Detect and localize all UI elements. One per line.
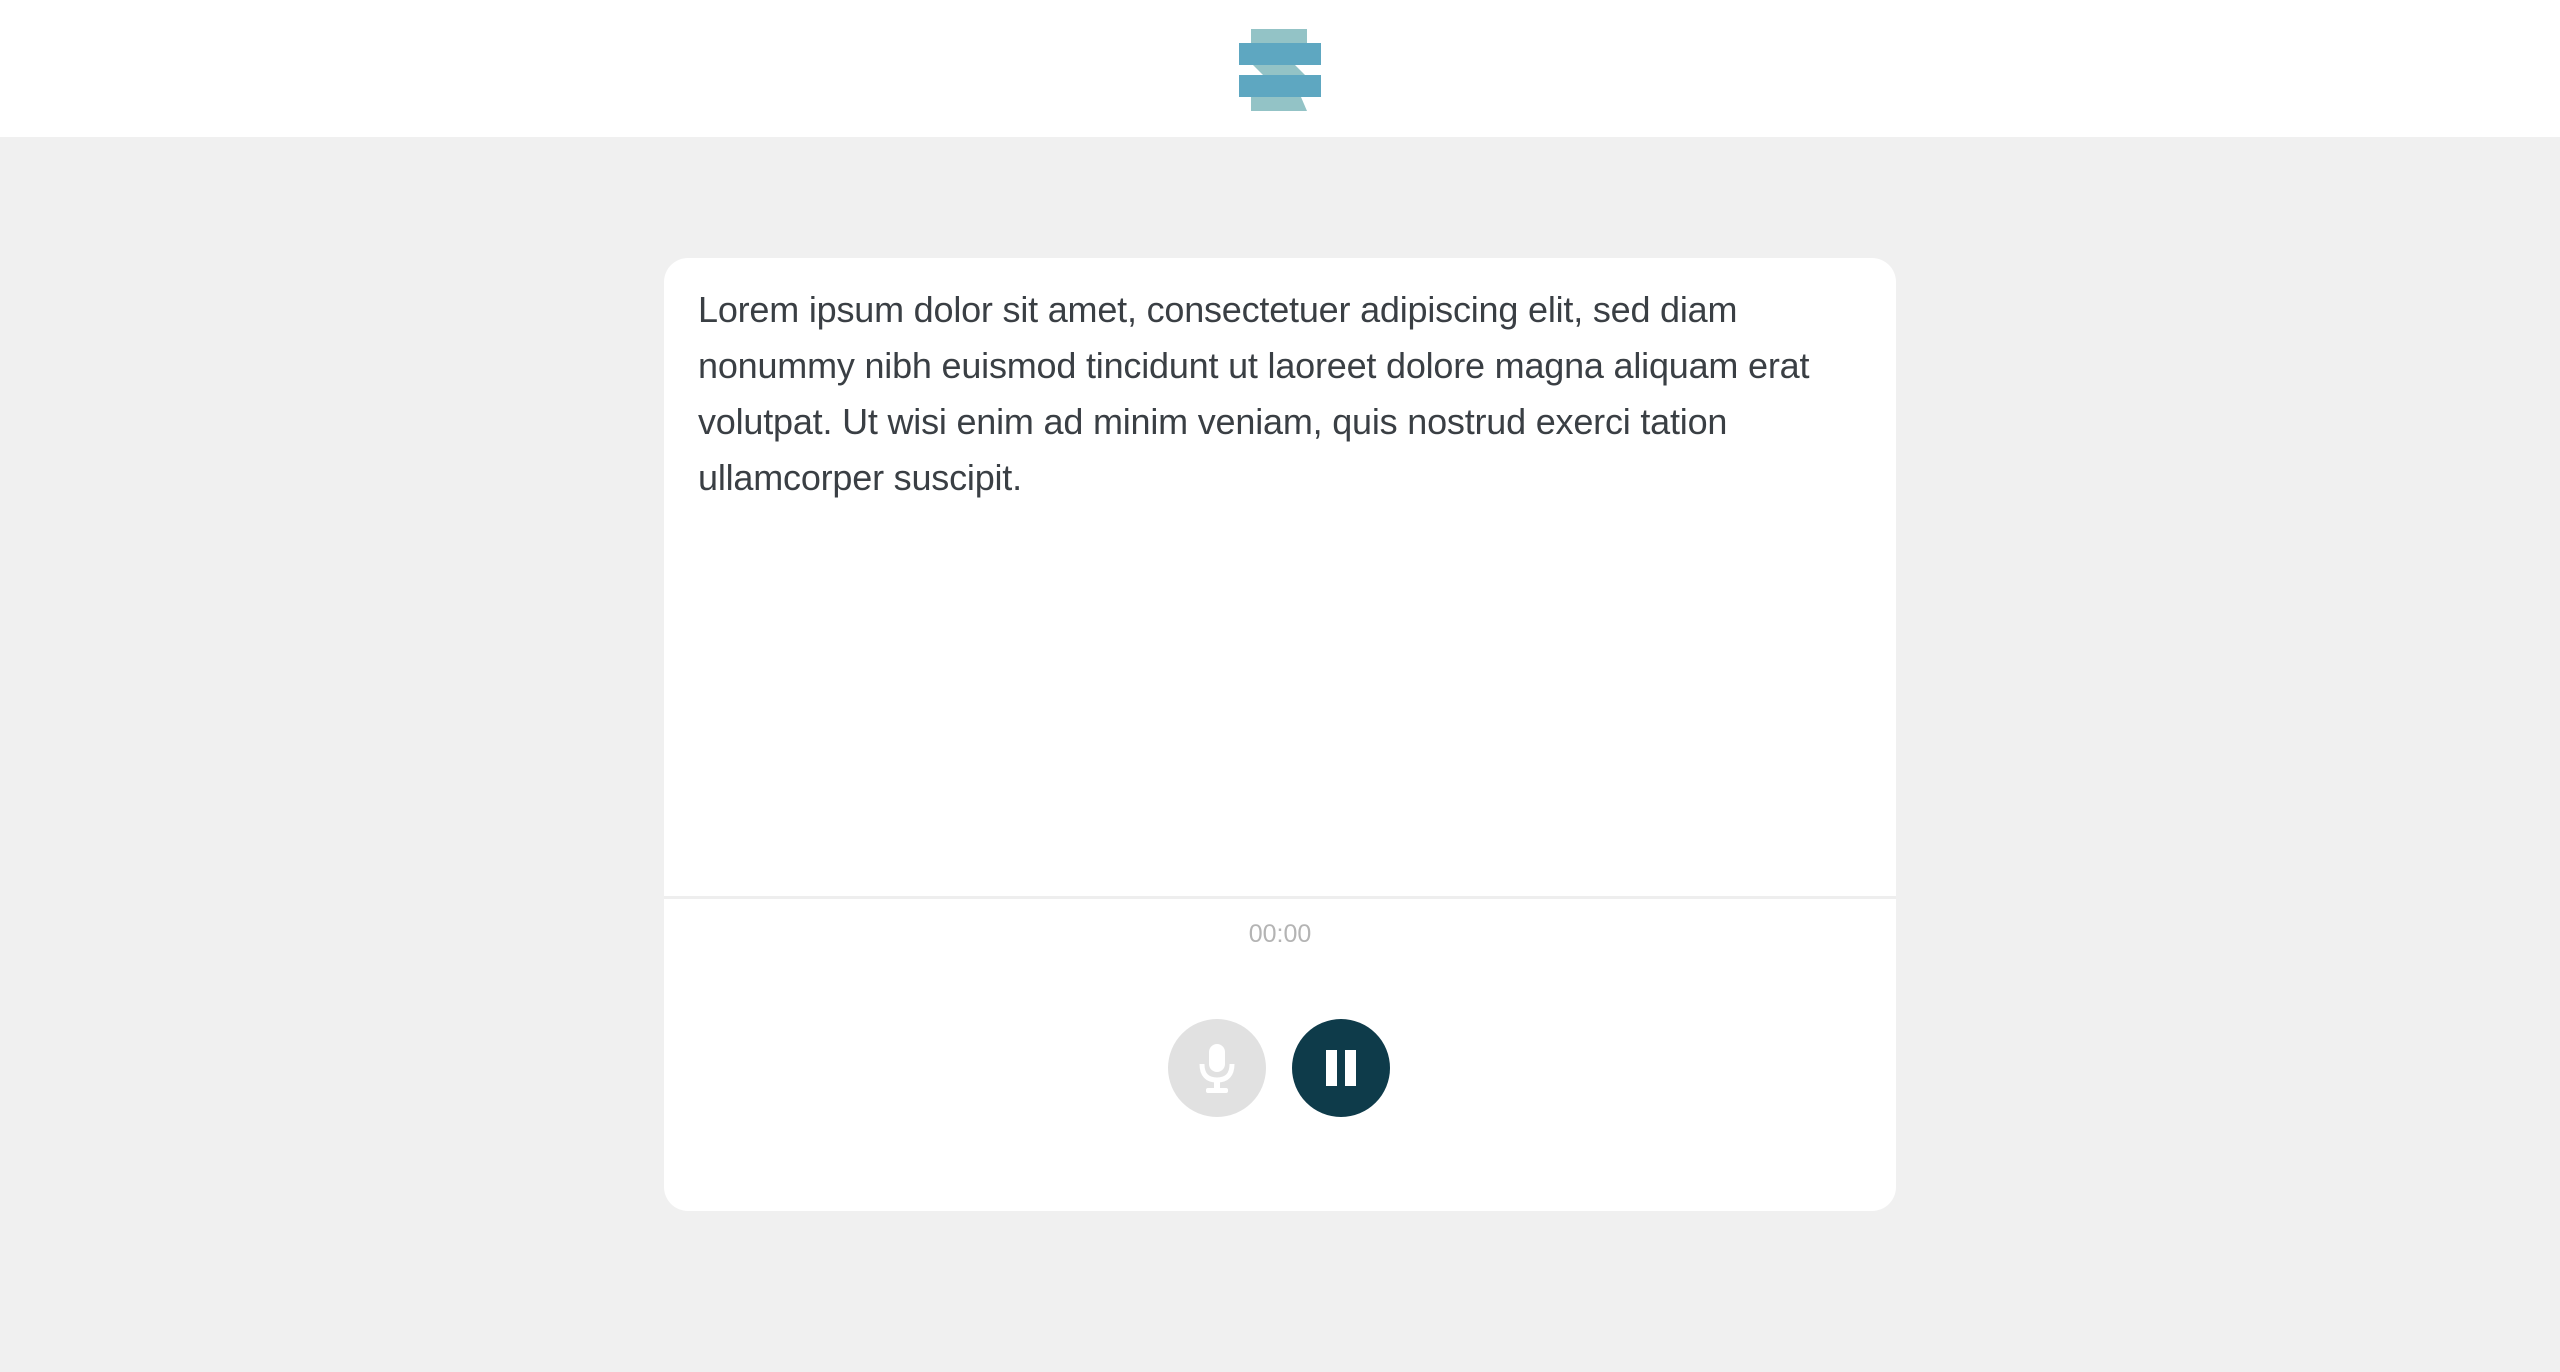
recording-timer: 00:00 [1248,920,1312,948]
microphone-button[interactable] [1168,1019,1266,1117]
pause-icon [1326,1050,1356,1086]
logo [1239,29,1321,111]
transcript-text[interactable]: Lorem ipsum dolor sit amet, consectetuer… [698,282,1868,506]
top-bar [0,0,2560,137]
pause-button[interactable] [1292,1019,1390,1117]
transcription-card: Lorem ipsum dolor sit amet, consectetuer… [664,258,1896,1211]
divider [664,896,1896,899]
microphone-icon [1199,1044,1235,1093]
